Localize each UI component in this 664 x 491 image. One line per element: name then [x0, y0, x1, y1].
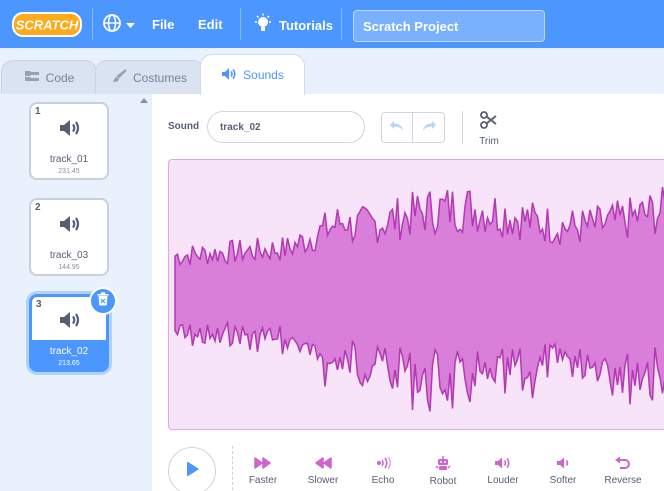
brush-icon [112, 69, 127, 86]
sound-duration: 231.45 [58, 168, 80, 175]
chevron-down-icon [126, 16, 135, 34]
sound-number: 1 [35, 106, 41, 117]
menu-divider [240, 8, 241, 40]
effect-softer-label: Softer [549, 475, 577, 486]
lightbulb-icon [253, 13, 273, 38]
editor-tabs: Code Costumes Sounds [0, 48, 664, 95]
waveform-path [174, 186, 664, 412]
menu-divider [341, 8, 342, 40]
sound-item[interactable]: 2 track_03 144.95 [29, 198, 109, 276]
undo-redo-group [381, 112, 446, 143]
sound-name: track_02 [49, 346, 89, 357]
effect-reverse-label: Reverse [604, 475, 642, 486]
effect-reverse-button[interactable]: Reverse [597, 456, 649, 490]
effect-robot-label: Robot [429, 476, 457, 487]
echo-icon [357, 456, 409, 470]
sound-number: 2 [35, 202, 41, 213]
effect-slower-label: Slower [307, 475, 339, 486]
undo-button[interactable] [381, 112, 413, 143]
delete-sound-button[interactable] [89, 287, 117, 315]
sound-name-label: Sound [168, 121, 200, 132]
speaker-icon [58, 310, 82, 330]
scratch-logo[interactable]: SCRATCH [12, 11, 82, 38]
sound-duration: 213.65 [58, 360, 80, 367]
effect-softer-button[interactable]: Softer [537, 456, 589, 490]
speaker-icon [58, 214, 82, 234]
effect-slower-button[interactable]: Slower [297, 456, 349, 490]
tab-costumes[interactable]: Costumes [95, 60, 205, 94]
play-icon [185, 461, 199, 482]
toolbar-divider [462, 111, 463, 144]
scrollbar[interactable] [137, 94, 152, 491]
tab-costumes-label: Costumes [132, 70, 188, 85]
trim-button[interactable]: Trim [473, 111, 505, 147]
sound-editor: Sound Trim Faster [152, 94, 664, 491]
sound-name: track_01 [49, 154, 89, 165]
tab-sounds-label: Sounds [243, 68, 284, 82]
tutorials-label: Tutorials [279, 17, 333, 33]
menu-bar: SCRATCH File Edit Tutorials Scratch Proj… [0, 0, 664, 48]
effect-echo-button[interactable]: Echo [357, 456, 409, 490]
sound-list: 1 track_01 231.45 2 track_03 144.95 3 tr… [0, 94, 137, 491]
project-title-input[interactable]: Scratch Project [353, 10, 545, 42]
play-button[interactable] [168, 447, 216, 491]
volume-up-icon [477, 456, 529, 470]
logo-text: SCRATCH [16, 18, 79, 33]
scissors-icon [480, 111, 498, 133]
robot-icon [417, 456, 469, 471]
redo-button[interactable] [413, 112, 445, 143]
effect-faster-label: Faster [248, 475, 278, 486]
language-menu[interactable] [102, 13, 136, 38]
menu-divider [92, 8, 93, 40]
sound-list-panel: 1 track_01 231.45 2 track_03 144.95 3 tr… [0, 94, 152, 491]
globe-icon [102, 13, 122, 38]
effect-robot-button[interactable]: Robot [417, 456, 469, 490]
redo-icon [421, 119, 437, 137]
sound-item[interactable]: 1 track_01 231.45 [29, 102, 109, 180]
rewind-icon [297, 456, 349, 470]
sound-name-field[interactable] [207, 111, 365, 143]
edit-menu[interactable]: Edit [198, 17, 223, 32]
waveform-graphic [174, 186, 664, 412]
trim-label: Trim [479, 136, 499, 147]
sound-name: track_03 [49, 250, 89, 261]
fast-forward-icon [237, 456, 289, 470]
sound-duration: 144.95 [58, 264, 80, 271]
reverse-icon [597, 456, 649, 470]
scroll-up-arrow-icon[interactable] [140, 98, 148, 103]
speaker-icon [221, 67, 237, 84]
sound-number: 3 [36, 299, 42, 310]
volume-down-icon [537, 456, 589, 470]
effect-faster-button[interactable]: Faster [237, 456, 289, 490]
tab-code-label: Code [45, 70, 75, 85]
file-menu[interactable]: File [152, 17, 174, 32]
speaker-icon [58, 118, 82, 138]
tab-sounds[interactable]: Sounds [200, 54, 305, 95]
effect-louder-button[interactable]: Louder [477, 456, 529, 490]
trash-icon [97, 291, 109, 311]
effects-divider [232, 446, 233, 490]
effect-louder-label: Louder [487, 475, 519, 486]
waveform-display[interactable] [168, 159, 664, 430]
tutorials-button[interactable]: Tutorials [253, 13, 333, 37]
tab-code[interactable]: Code [1, 60, 97, 94]
undo-icon [389, 119, 405, 137]
effect-echo-label: Echo [371, 475, 395, 486]
code-icon [24, 70, 40, 85]
